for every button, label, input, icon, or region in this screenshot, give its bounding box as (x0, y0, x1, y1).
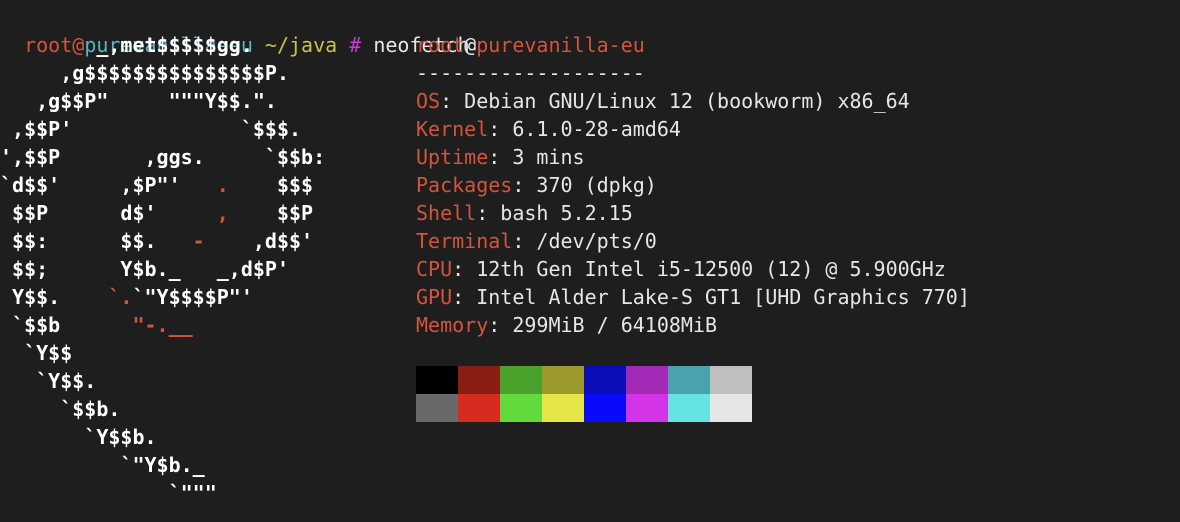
palette-row-normal (416, 366, 752, 394)
info-row-gpu: GPU: Intel Alder Lake-S GT1 [UHD Graphic… (416, 283, 970, 311)
logo-line: ',$$P ,ggs. `$$b: (0, 145, 326, 169)
color-swatch (542, 366, 584, 394)
info-key: CPU (416, 257, 453, 281)
logo-line: $$; Y$b._ _,d$P' (0, 257, 289, 281)
info-value: : 6.1.0-28-amd64 (488, 117, 681, 141)
info-key: OS (416, 89, 441, 113)
color-swatch (668, 394, 710, 422)
logo-line: ,g$$P" """Y$$.". (0, 89, 277, 113)
color-swatch (458, 366, 500, 394)
info-row-packages: Packages: 370 (dpkg) (416, 171, 970, 199)
color-swatch (416, 394, 458, 422)
info-row-kernel: Kernel: 6.1.0-28-amd64 (416, 115, 970, 143)
logo-line: ,g$$$$$$$$$$$$$$$P. (0, 61, 289, 85)
info-key: GPU (416, 285, 453, 309)
info-row-cpu: CPU: 12th Gen Intel i5-12500 (12) @ 5.90… (416, 255, 970, 283)
color-swatch (710, 366, 752, 394)
prompt-symbol: # (337, 33, 362, 57)
info-key: Memory (416, 313, 489, 337)
palette-row-bright (416, 394, 752, 422)
debian-ascii-logo: _,met$$$$$gg. ,g$$$$$$$$$$$$$$$P. ,g$$P"… (0, 31, 325, 507)
info-value: : 12th Gen Intel i5-12500 (12) @ 5.900GH… (452, 257, 946, 281)
info-value: : /dev/pts/0 (512, 229, 657, 253)
logo-line: `d$$' ,$P"' . $$$ (0, 173, 314, 197)
logo-line: `""" (0, 481, 217, 505)
logo-line: `$$b. (0, 397, 121, 421)
color-palette (416, 366, 752, 422)
logo-line: $$P d$' , $$P (0, 201, 314, 225)
info-row-memory: Memory: 299MiB / 64108MiB (416, 311, 970, 339)
logo-line: `Y$$ (0, 341, 73, 365)
color-swatch (626, 394, 668, 422)
color-swatch (500, 394, 542, 422)
info-separator: ------------------- (416, 61, 645, 85)
color-swatch (542, 394, 584, 422)
color-swatch (668, 366, 710, 394)
logo-line: Y$$. `.`"Y$$$$P"' (0, 285, 253, 309)
logo-line: $$: $$. - ,d$$' (0, 229, 314, 253)
shell-prompt: root@purevanilla-eu ~/java # neofetch (0, 3, 470, 57)
color-swatch (458, 394, 500, 422)
info-value: : 370 (dpkg) (512, 173, 657, 197)
logo-line: `$$b "-.__ (0, 313, 193, 337)
color-swatch (584, 394, 626, 422)
info-title-host: purevanilla-eu (476, 33, 645, 57)
color-swatch (416, 366, 458, 394)
info-title-at: @ (464, 33, 477, 57)
info-value: : 3 mins (488, 145, 585, 169)
logo-line: _,met$$$$$gg. (0, 33, 253, 57)
info-key: Uptime (416, 145, 489, 169)
color-swatch (710, 394, 752, 422)
logo-line: ,$$P' `$$$. (0, 117, 302, 141)
color-swatch (500, 366, 542, 394)
logo-line: `Y$$b. (0, 425, 157, 449)
info-value: : Debian GNU/Linux 12 (bookworm) x86_64 (440, 89, 910, 113)
info-title: root@purevanilla-eu (416, 31, 970, 59)
info-title-user: root (416, 33, 465, 57)
color-swatch (626, 366, 668, 394)
color-swatch (584, 366, 626, 394)
logo-line: `Y$$. (0, 369, 97, 393)
info-value: : Intel Alder Lake-S GT1 [UHD Graphics 7… (452, 285, 970, 309)
info-key: Shell (416, 201, 477, 225)
info-key: Packages (416, 173, 513, 197)
logo-line: `"Y$b._ (0, 453, 205, 477)
info-row-uptime: Uptime: 3 mins (416, 143, 970, 171)
system-info: root@purevanilla-eu ------------------- … (416, 31, 970, 339)
info-value: : bash 5.2.15 (476, 201, 633, 225)
info-key: Kernel (416, 117, 489, 141)
info-value: : 299MiB / 64108MiB (488, 313, 718, 337)
info-key: Terminal (416, 229, 513, 253)
info-row-shell: Shell: bash 5.2.15 (416, 199, 970, 227)
info-row-terminal: Terminal: /dev/pts/0 (416, 227, 970, 255)
info-row-os: OS: Debian GNU/Linux 12 (bookworm) x86_6… (416, 87, 970, 115)
